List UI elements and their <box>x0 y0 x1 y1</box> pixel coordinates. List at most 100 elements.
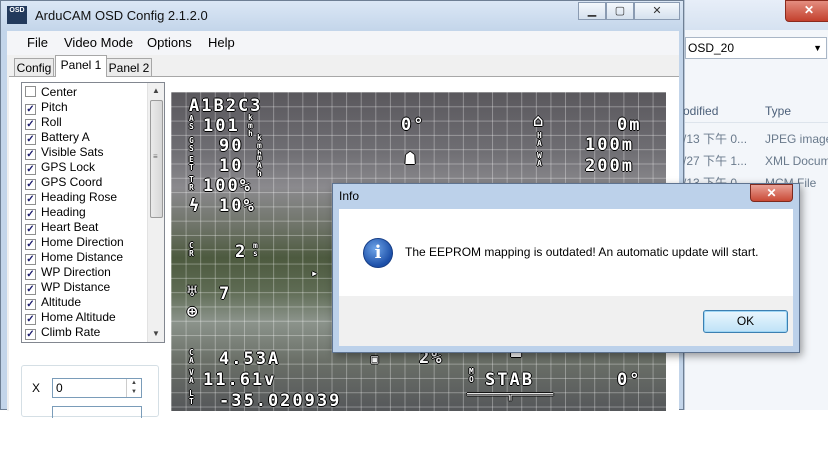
ok-button[interactable]: OK <box>703 310 788 333</box>
checklist-item-label: Center <box>41 85 78 99</box>
osd-sats: 7 <box>219 284 232 304</box>
wp-dist-icon: WA <box>537 151 542 168</box>
explorer-column-headers: odified Type <box>683 100 828 123</box>
checklist-item-label: WP Direction <box>41 265 111 279</box>
dialog-message: The EEPROM mapping is outdated! An autom… <box>405 245 759 259</box>
column-type[interactable]: Type <box>765 104 791 118</box>
checkbox[interactable]: ✓ <box>25 194 36 205</box>
checkbox[interactable]: ✓ <box>25 104 36 115</box>
voltage-icon: VA <box>189 368 194 385</box>
checkbox[interactable]: ✓ <box>25 299 36 310</box>
checklist-item-label: Heading Rose <box>41 190 118 204</box>
close-button[interactable]: ✕ <box>634 2 680 20</box>
checklist-item[interactable]: ✓ Roll <box>25 115 62 130</box>
x-position-input[interactable]: 0 ▲ ▼ <box>52 378 142 398</box>
explorer-file-row[interactable]: /27 下午 1... XML Docum <box>683 150 828 172</box>
checklist-item[interactable]: ✓ Visible Sats <box>25 145 103 160</box>
tab-panel-2[interactable]: Panel 2 <box>106 58 152 76</box>
checklist-item[interactable]: ✓ GPS Lock <box>25 160 95 175</box>
checklist-item[interactable]: Center <box>25 85 77 100</box>
minimize-button[interactable]: ▁ <box>578 2 606 20</box>
checklist-item-label: Pitch <box>41 100 68 114</box>
tab-config[interactable]: Config <box>14 58 54 76</box>
latitude-icon: LT <box>189 389 194 406</box>
osd-throttle: 10 <box>219 156 244 176</box>
satellite-icon: ♅ <box>187 282 200 302</box>
checkbox[interactable]: ✓ <box>25 179 36 190</box>
explorer-file-row[interactable]: /13 下午 0... JPEG image <box>683 128 828 150</box>
y-position-input[interactable] <box>52 406 142 418</box>
osd-voltage: 11.61v <box>203 370 277 390</box>
column-modified[interactable]: odified <box>683 104 718 118</box>
osd-climb: 2 <box>235 242 248 262</box>
checklist-item[interactable]: ✓ Home Distance <box>25 250 123 265</box>
dialog-close-button[interactable]: ✕ <box>750 184 793 202</box>
menu-video-mode[interactable]: Video Mode <box>64 35 133 50</box>
explorer-close-icon[interactable]: ✕ <box>785 0 828 22</box>
osd-home-alt: 0m <box>617 115 642 135</box>
app-logo-icon: OSD <box>7 6 27 24</box>
osd-airspeed: 101 <box>203 116 240 136</box>
scroll-up-icon[interactable]: ▲ <box>148 83 164 99</box>
checkbox[interactable] <box>25 86 36 97</box>
checklist-item[interactable]: ✓ WP Direction <box>25 265 111 280</box>
osd-home-dist: 100m <box>585 135 634 155</box>
osd-throttle-pct: 100% <box>203 176 252 196</box>
checklist-item-label: Heart Beat <box>41 220 99 234</box>
lightning-icon: ϟ <box>189 196 202 216</box>
battery-icon: ▣ <box>371 352 381 366</box>
chevron-down-icon[interactable]: ▼ <box>813 38 822 58</box>
x-stepper[interactable]: ▲ ▼ <box>126 379 141 397</box>
checklist-item[interactable]: ✓ Pitch <box>25 100 68 115</box>
checklist-item[interactable]: ✓ Home Altitude <box>25 310 116 325</box>
throttle-icon: ET <box>189 155 194 172</box>
grip-icon: ≡ <box>153 152 158 161</box>
checkbox[interactable]: ✓ <box>25 209 36 220</box>
checklist-item[interactable]: ✓ Climb Rate <box>25 325 100 340</box>
checkbox[interactable]: ✓ <box>25 149 36 160</box>
home-icon: ⌂ <box>533 111 546 131</box>
osd-current: 4.53A <box>219 349 281 369</box>
checkbox[interactable]: ✓ <box>25 254 36 265</box>
checkbox[interactable]: ✓ <box>25 239 36 250</box>
checkbox[interactable]: ✓ <box>25 224 36 235</box>
osd-callsign: A1B2C3 <box>189 96 263 116</box>
checklist-item[interactable]: ✓ Altitude <box>25 295 81 310</box>
checklist-item[interactable]: ✓ Heading <box>25 205 86 220</box>
dialog-body: i The EEPROM mapping is outdated! An aut… <box>339 209 793 296</box>
checklist-scrollbar[interactable]: ▲ ≡ ▼ <box>147 83 164 342</box>
checklist-item[interactable]: ✓ Battery A <box>25 130 90 145</box>
checkbox[interactable]: ✓ <box>25 314 36 325</box>
checkbox[interactable]: ✓ <box>25 119 36 130</box>
scroll-down-icon[interactable]: ▼ <box>148 326 164 342</box>
checklist-item[interactable]: ✓ WP Distance <box>25 280 110 295</box>
checklist-item[interactable]: ✓ Heart Beat <box>25 220 98 235</box>
ms-unit-icon: ms <box>253 241 258 258</box>
explorer-address-bar[interactable]: OSD_20 ▼ <box>685 37 827 59</box>
position-group: X 0 ▲ ▼ <box>21 365 159 418</box>
checkbox[interactable]: ✓ <box>25 164 36 175</box>
osd-coordinate: -35.020939 <box>219 391 342 411</box>
osd-groundspeed: 90 <box>219 136 244 156</box>
checkbox[interactable]: ✓ <box>25 329 36 340</box>
checklist-item[interactable]: ✓ GPS Coord <box>25 175 102 190</box>
tab-panel-1[interactable]: Panel 1 <box>55 55 107 77</box>
menu-file[interactable]: File <box>27 35 48 50</box>
current-icon: CA <box>189 348 194 365</box>
checklist-item-label: Home Direction <box>41 235 124 249</box>
checklist-item-label: Heading <box>41 205 86 219</box>
maximize-button[interactable]: ▢ <box>606 2 634 20</box>
explorer-folder-name: OSD_20 <box>688 41 735 55</box>
checkbox[interactable]: ✓ <box>25 269 36 280</box>
home-direction-icon: ☗ <box>405 149 418 169</box>
checkbox[interactable]: ✓ <box>25 134 36 145</box>
menu-help[interactable]: Help <box>208 35 235 50</box>
horizon-marker-icon: ▸ <box>311 266 321 280</box>
checklist-item[interactable]: ✓ Heading Rose <box>25 190 117 205</box>
checklist-item-label: GPS Coord <box>41 175 103 189</box>
title-bar: OSD ArduCAM OSD Config 2.1.2.0 ▁ ▢ ✕ <box>1 1 683 31</box>
checkbox[interactable]: ✓ <box>25 284 36 295</box>
file-date: /13 下午 0... <box>683 132 748 146</box>
menu-options[interactable]: Options <box>147 35 192 50</box>
checklist-item[interactable]: ✓ Home Direction <box>25 235 124 250</box>
